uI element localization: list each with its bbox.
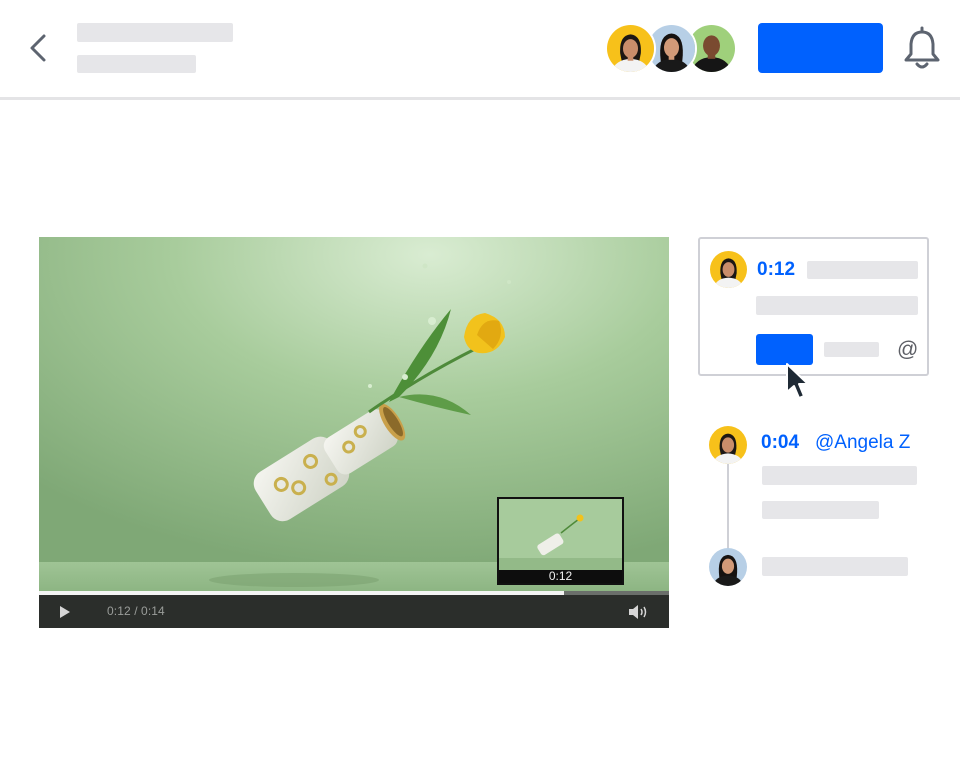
comment-line-placeholder (807, 261, 918, 279)
header-divider (0, 97, 960, 100)
thread-avatar-1 (709, 426, 747, 464)
play-icon (60, 606, 70, 618)
volume-icon (629, 605, 647, 619)
comment-composer: 0:12 @ (698, 237, 929, 376)
reply-placeholder[interactable] (762, 557, 908, 576)
avatar-portrait-icon (607, 25, 654, 72)
avatar-portrait-icon (710, 251, 747, 288)
chevron-left-icon (30, 34, 46, 62)
thread-avatar-2 (709, 548, 747, 586)
thread-line-placeholder-1 (762, 466, 917, 485)
preview-time: 0:12 (548, 569, 573, 583)
post-comment-button[interactable] (756, 334, 813, 365)
comment-timestamp[interactable]: 0:12 (757, 259, 795, 281)
bell-icon (904, 26, 940, 69)
mouse-cursor-icon (786, 363, 809, 399)
composer-avatar (710, 251, 747, 288)
thread-mention[interactable]: @Angela Z (815, 432, 910, 454)
subtitle-placeholder (77, 55, 196, 73)
volume-button[interactable] (627, 602, 651, 622)
thread-connector (727, 462, 729, 550)
avatar-portrait-icon (709, 426, 747, 464)
collaborator-avatar-1[interactable] (605, 23, 656, 74)
primary-action-button[interactable] (758, 23, 883, 73)
mention-button[interactable]: @ (897, 338, 918, 362)
notifications-button[interactable] (902, 26, 942, 72)
comment-input-placeholder[interactable] (756, 296, 918, 315)
time-readout: 0:12 / 0:14 (107, 604, 165, 618)
back-button[interactable] (22, 30, 56, 66)
preview-frame (499, 499, 622, 570)
thread-timestamp[interactable]: 0:04 (761, 432, 799, 454)
seek-preview-thumbnail: 0:12 (497, 497, 624, 585)
top-bar (0, 0, 960, 97)
secondary-action-placeholder (824, 342, 879, 357)
title-placeholder (77, 23, 233, 42)
video-controls: 0:12 / 0:14 (39, 595, 669, 628)
thread-line-placeholder-2 (762, 501, 879, 519)
play-button[interactable] (57, 603, 73, 621)
avatar-portrait-icon (709, 548, 747, 586)
